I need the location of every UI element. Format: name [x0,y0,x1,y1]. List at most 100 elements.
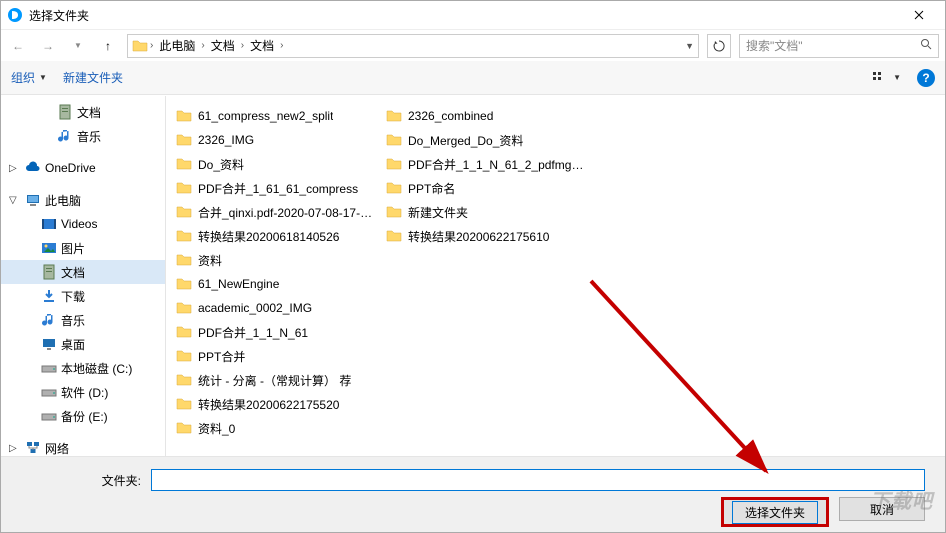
drive-icon [41,408,57,424]
folder-name: 2326_IMG [198,133,254,147]
folder-item[interactable]: 61_compress_new2_split [170,104,380,128]
folder-icon [176,132,192,148]
close-button[interactable] [899,1,939,29]
folder-item[interactable]: 61_NewEngine [170,272,380,296]
folder-icon [176,108,192,124]
tree-item[interactable]: ▷ OneDrive [1,156,165,180]
tree-item-label: 音乐 [61,312,85,329]
folder-item[interactable]: Do_Merged_Do_资料 [380,128,590,152]
tree-item[interactable]: 桌面 [1,332,165,356]
expander-icon[interactable]: ▽ [9,195,21,206]
chevron-down-icon: ▼ [893,73,901,82]
select-folder-button[interactable]: 选择文件夹 [721,497,829,527]
pictures-icon [41,240,57,256]
tree-item[interactable]: 下载 [1,284,165,308]
folder-item[interactable]: PPT合并 [170,344,380,368]
folder-icon [176,372,192,388]
folder-name-input[interactable] [151,469,925,491]
pc-icon [25,192,41,208]
tree-item-label: 备份 (E:) [61,408,108,425]
nav-back-button[interactable]: ← [7,35,29,57]
tree-item-label: OneDrive [45,161,96,175]
new-folder-button[interactable]: 新建文件夹 [63,69,123,86]
folder-item[interactable]: PDF合并_1_1_N_61 [170,320,380,344]
music-icon [57,128,73,144]
tree-item[interactable]: 本地磁盘 (C:) [1,356,165,380]
tree-item[interactable]: 备份 (E:) [1,404,165,428]
folder-icon [176,156,192,172]
doc-icon [41,264,57,280]
folder-name: 新建文件夹 [408,204,468,221]
folder-item[interactable]: Do_资料 [170,152,380,176]
tree-item-label: 桌面 [61,336,85,353]
folder-name: 转换结果20200618140526 [198,228,339,245]
folder-icon [176,180,192,196]
view-options-button[interactable]: ▼ [873,72,901,84]
nav-up-button[interactable]: ↑ [97,35,119,57]
tree-item[interactable]: 文档 [1,260,165,284]
breadcrumb-segment[interactable]: 文档 [246,37,278,54]
folder-item[interactable]: 统计 - 分离 -（常规计算） 荐 [170,368,380,392]
folder-item[interactable]: academic_0002_IMG [170,296,380,320]
folder-icon [386,228,402,244]
tree-item[interactable]: 图片 [1,236,165,260]
tree-item[interactable]: 文档 [1,100,165,124]
folder-item[interactable]: 转换结果20200622175610 [380,224,590,248]
expander-icon[interactable]: ▷ [9,163,21,174]
folder-icon [176,252,192,268]
tree-item-label: 文档 [77,104,101,121]
folder-item[interactable]: 新建文件夹 [380,200,590,224]
folder-icon [176,300,192,316]
folder-item[interactable]: 资料_0 [170,416,380,440]
folder-name: PDF合并_1_61_61_compress [198,180,358,197]
window-title: 选择文件夹 [29,7,899,24]
address-bar[interactable]: › 此电脑 › 文档 › 文档 › ▼ [127,34,699,58]
tree-item[interactable]: 音乐 [1,124,165,148]
help-button[interactable]: ? [917,69,935,87]
tree-item[interactable]: Videos [1,212,165,236]
file-list[interactable]: 61_compress_new2_split 2326_IMG Do_资料 PDF合并… [166,96,945,456]
folder-name: Do_Merged_Do_资料 [408,132,523,149]
chevron-down-icon: ▼ [39,73,47,82]
folder-name: PDF合并_1_1_N_61 [198,324,308,341]
address-dropdown-icon[interactable]: ▼ [685,41,694,51]
video-icon [41,216,57,232]
tree-item[interactable]: 音乐 [1,308,165,332]
folder-item[interactable]: 2326_combined [380,104,590,128]
folder-item[interactable]: PDF合并_1_1_N_61_2_pdfmge2_sp... [380,152,590,176]
folder-item[interactable]: PDF合并_1_61_61_compress [170,176,380,200]
folder-item[interactable]: 资料 [170,248,380,272]
folder-item[interactable]: PPT命名 [380,176,590,200]
breadcrumb-segment[interactable]: 此电脑 [155,37,199,54]
watermark-text: 下载吧 [870,485,933,514]
search-input[interactable]: 搜索"文档" [739,34,939,58]
folder-icon [386,132,402,148]
folder-name: PPT命名 [408,180,455,197]
breadcrumb-segment[interactable]: 文档 [207,37,239,54]
folder-item[interactable]: 转换结果20200622175520 [170,392,380,416]
music-icon [41,312,57,328]
tree-item[interactable]: ▷ 网络 [1,436,165,456]
folder-icon [176,324,192,340]
refresh-button[interactable] [707,34,731,58]
tree-item[interactable]: ▽此电脑 [1,188,165,212]
folder-icon [386,180,402,196]
folder-name: PPT合并 [198,348,245,365]
tree-item[interactable]: 软件 (D:) [1,380,165,404]
folder-icon [386,204,402,220]
folder-icon [176,420,192,436]
folder-item[interactable]: 2326_IMG [170,128,380,152]
folder-item[interactable]: 转换结果20200618140526 [170,224,380,248]
cloud-icon [25,160,41,176]
navigation-tree[interactable]: 文档音乐▷OneDrive▽此电脑Videos图片文档下载音乐桌面本地磁盘 (C… [1,96,166,456]
folder-name: 转换结果20200622175610 [408,228,549,245]
organize-menu[interactable]: 组织 ▼ [11,69,47,86]
tree-item-label: 软件 (D:) [61,384,108,401]
expander-icon[interactable]: ▷ [9,443,21,454]
folder-icon [386,156,402,172]
tree-item-label: 网络 [45,440,69,457]
chevron-right-icon: › [150,40,153,51]
nav-recent-dropdown[interactable]: ▼ [67,35,89,57]
folder-name: Do_资料 [198,156,244,173]
folder-item[interactable]: 合并_qinxi.pdf-2020-07-08-17-43-... [170,200,380,224]
